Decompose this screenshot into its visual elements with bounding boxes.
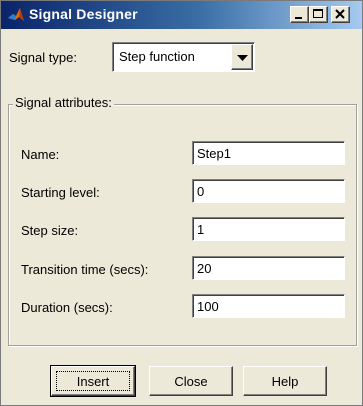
dropdown-arrow-button[interactable] (231, 44, 253, 70)
transition-time-label: Transition time (secs): (21, 262, 149, 277)
matlab-logo-icon (8, 8, 24, 21)
minimize-icon (295, 17, 302, 19)
step-size-label: Step size: (21, 223, 79, 238)
insert-button-label: Insert (76, 373, 110, 389)
signal-type-value: Step function (119, 49, 195, 64)
maximize-icon (313, 9, 323, 18)
step-size-field-box (192, 217, 345, 241)
starting-level-field[interactable] (194, 181, 343, 201)
close-window-button[interactable] (331, 6, 350, 23)
title-bar[interactable]: Signal Designer (1, 1, 362, 29)
help-button[interactable]: Help (243, 366, 327, 396)
signal-type-label: Signal type: (9, 50, 77, 65)
signal-type-dropdown[interactable]: Step function (112, 42, 255, 72)
signal-attributes-label: Signal attributes: (13, 95, 114, 110)
starting-level-field-box (192, 179, 345, 203)
name-field[interactable] (194, 143, 343, 163)
starting-level-label: Starting level: (21, 185, 100, 200)
signal-designer-window: Signal Designer Signal type: Step functi… (0, 0, 363, 406)
step-size-field[interactable] (194, 219, 343, 239)
duration-field[interactable] (194, 296, 343, 316)
window-title: Signal Designer (29, 6, 138, 22)
close-button-label: Close (174, 373, 208, 389)
transition-time-field-box (192, 256, 345, 280)
close-button[interactable]: Close (149, 366, 233, 396)
duration-label: Duration (secs): (21, 300, 113, 315)
transition-time-field[interactable] (194, 258, 343, 278)
minimize-button[interactable] (290, 6, 309, 23)
close-icon (335, 9, 345, 19)
name-field-box (192, 141, 345, 165)
insert-button[interactable]: Insert (50, 365, 136, 397)
name-label: Name: (21, 147, 60, 162)
duration-field-box (192, 294, 345, 318)
help-button-label: Help (271, 373, 299, 389)
maximize-button[interactable] (309, 6, 328, 23)
chevron-down-icon (237, 55, 248, 61)
